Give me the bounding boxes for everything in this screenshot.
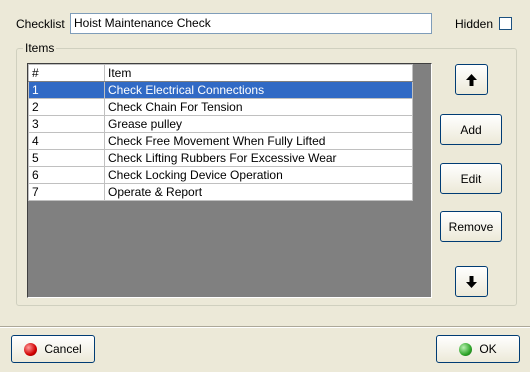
table-row[interactable]: 7 Operate & Report bbox=[28, 183, 413, 201]
remove-button[interactable]: Remove bbox=[440, 211, 502, 242]
arrow-down-icon bbox=[466, 275, 477, 288]
arrow-up-icon bbox=[466, 73, 477, 86]
items-group-label: Items bbox=[23, 41, 57, 55]
column-header-number[interactable]: # bbox=[28, 64, 105, 82]
row-item-cell: Check Free Movement When Fully Lifted bbox=[104, 132, 413, 150]
row-item-cell: Grease pulley bbox=[104, 115, 413, 133]
column-header-item[interactable]: Item bbox=[104, 64, 413, 82]
row-number-cell: 3 bbox=[28, 115, 105, 133]
row-number-cell: 1 bbox=[28, 81, 105, 99]
row-number-cell: 2 bbox=[28, 98, 105, 116]
move-down-button[interactable] bbox=[455, 266, 488, 297]
row-item-cell: Check Chain For Tension bbox=[104, 98, 413, 116]
ok-button[interactable]: OK bbox=[436, 335, 520, 363]
table-row[interactable]: 5 Check Lifting Rubbers For Excessive Wea… bbox=[28, 149, 413, 167]
ok-icon bbox=[459, 342, 473, 356]
row-item-cell: Operate & Report bbox=[104, 183, 413, 201]
edit-button-label: Edit bbox=[460, 171, 482, 186]
cancel-button[interactable]: Cancel bbox=[11, 335, 95, 363]
add-button-label: Add bbox=[460, 122, 482, 137]
table-row[interactable]: 3 Grease pulley bbox=[28, 115, 413, 133]
ok-button-label: OK bbox=[479, 342, 497, 356]
table-row[interactable]: 6 Check Locking Device Operation bbox=[28, 166, 413, 184]
row-number-cell: 5 bbox=[28, 149, 105, 167]
cancel-icon bbox=[24, 342, 38, 356]
table-row[interactable]: 1 Check Electrical Connections bbox=[28, 81, 413, 99]
edit-button[interactable]: Edit bbox=[440, 163, 502, 194]
row-item-cell: Check Locking Device Operation bbox=[104, 166, 413, 184]
row-number-cell: 4 bbox=[28, 132, 105, 150]
remove-button-label: Remove bbox=[448, 219, 494, 234]
add-button[interactable]: Add bbox=[440, 114, 502, 145]
footer-separator bbox=[0, 326, 530, 328]
row-number-cell: 7 bbox=[28, 183, 105, 201]
table-row[interactable]: 2 Check Chain For Tension bbox=[28, 98, 413, 116]
cancel-button-label: Cancel bbox=[44, 342, 82, 356]
hidden-checkbox[interactable] bbox=[499, 17, 512, 30]
hidden-label: Hidden bbox=[455, 17, 494, 31]
table-row[interactable]: 4 Check Free Movement When Fully Lifted bbox=[28, 132, 413, 150]
row-item-cell: Check Electrical Connections bbox=[104, 81, 413, 99]
row-number-cell: 6 bbox=[28, 166, 105, 184]
checklist-name-field[interactable]: Hoist Maintenance Check bbox=[70, 13, 432, 34]
row-item-cell: Check Lifting Rubbers For Excessive Wear bbox=[104, 149, 413, 167]
grid-header-row: # Item bbox=[28, 64, 413, 82]
checklist-label: Checklist bbox=[16, 17, 65, 31]
items-grid[interactable]: # Item 1 Check Electrical Connections 2 Che… bbox=[27, 63, 432, 298]
move-up-button[interactable] bbox=[455, 64, 488, 95]
